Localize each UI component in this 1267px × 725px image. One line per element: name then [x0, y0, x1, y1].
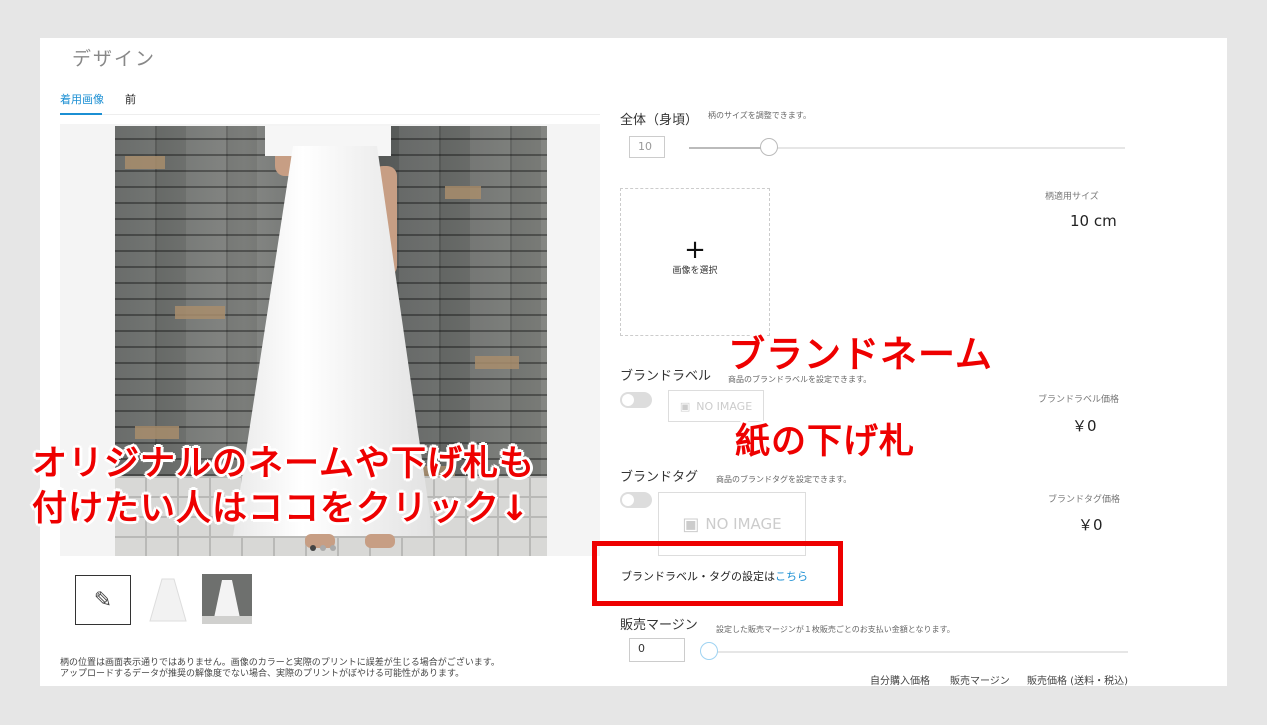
- image-upload-area[interactable]: + 画像を選択: [620, 188, 770, 336]
- plus-icon: +: [684, 235, 706, 265]
- disclaimer-line: アップロードするデータが推奨の解像度でない場合、実際のプリントがぼやける可能性が…: [60, 669, 465, 679]
- thumbnail-skirt-flat[interactable]: [140, 575, 196, 625]
- margin-hint: 設定した販売マージンが１枚販売ごとのお支払い金額となります。: [716, 625, 955, 634]
- margin-slider-handle[interactable]: [700, 642, 718, 660]
- annotation-callout-line1: オリジナルのネームや下げ札も: [32, 444, 535, 484]
- brand-label-image: ▣ NO IMAGE: [668, 390, 764, 422]
- brand-label-price: ￥0: [1072, 417, 1097, 435]
- margin-slider-track[interactable]: [708, 651, 1128, 653]
- pattern-icon: ✎: [93, 587, 113, 613]
- margin-input[interactable]: 0: [629, 638, 685, 662]
- no-image-text: NO IMAGE: [696, 399, 753, 413]
- sales-margin-header: 販売マージン: [950, 676, 1010, 686]
- size-hint: 柄のサイズを調整できます。: [708, 111, 811, 120]
- own-purchase-price-header: 自分購入価格: [870, 676, 930, 686]
- margin-label: 販売マージン: [620, 618, 698, 633]
- thumbnail-skirt-model[interactable]: [202, 574, 252, 624]
- brand-label-price-label: ブランドラベル価格: [1038, 395, 1120, 405]
- image-icon: ▣: [679, 399, 691, 413]
- selling-price-header: 販売価格 (送料・税込): [1027, 676, 1128, 686]
- thumbnail-pattern[interactable]: ✎: [75, 575, 131, 625]
- tab-front[interactable]: 前: [125, 91, 136, 107]
- annotation-paper-tag: 紙の下げ札: [735, 422, 916, 462]
- brand-tag-title: ブランドタグ: [620, 470, 699, 485]
- brand-tag-toggle[interactable]: [620, 492, 652, 508]
- no-image-text: NO IMAGE: [705, 515, 782, 533]
- size-slider-fill: [689, 147, 769, 149]
- image-icon: ▣: [682, 513, 700, 535]
- annotation-brand-name: ブランドネーム: [728, 333, 993, 376]
- brand-label-toggle[interactable]: [620, 392, 652, 408]
- brand-label-title: ブランドラベル: [620, 369, 712, 384]
- highlight-box: [592, 541, 843, 606]
- skirt-flat-image: [149, 578, 187, 622]
- active-tab-indicator: [60, 113, 102, 115]
- brand-tag-price: ￥0: [1078, 516, 1103, 534]
- annotation-callout-line2: 付けたい人はココをクリック↓: [32, 489, 531, 529]
- size-label: 全体（身頃）: [620, 113, 699, 128]
- carousel-dots[interactable]: [310, 536, 340, 555]
- size-input[interactable]: 10: [629, 136, 665, 158]
- page-title: デザイン: [72, 48, 157, 70]
- applied-size-label: 柄適用サイズ: [1045, 192, 1099, 202]
- upload-label: 画像を選択: [672, 266, 718, 276]
- brand-tag-price-label: ブランドタグ価格: [1048, 495, 1121, 505]
- disclaimer-notes: 柄の位置は画面表示通りではありません。画像のカラーと実際のプリントに誤差が生じる…: [60, 658, 500, 680]
- tab-worn-image[interactable]: 着用画像: [60, 91, 104, 107]
- size-slider-handle[interactable]: [760, 138, 778, 156]
- tab-divider: [60, 114, 600, 115]
- disclaimer-line: 柄の位置は画面表示通りではありません。画像のカラーと実際のプリントに誤差が生じる…: [60, 658, 500, 668]
- applied-size-value: 10 cm: [1070, 212, 1117, 230]
- brand-tag-hint: 商品のブランドタグを設定できます。: [716, 475, 852, 484]
- skirt-model-image: [202, 574, 252, 624]
